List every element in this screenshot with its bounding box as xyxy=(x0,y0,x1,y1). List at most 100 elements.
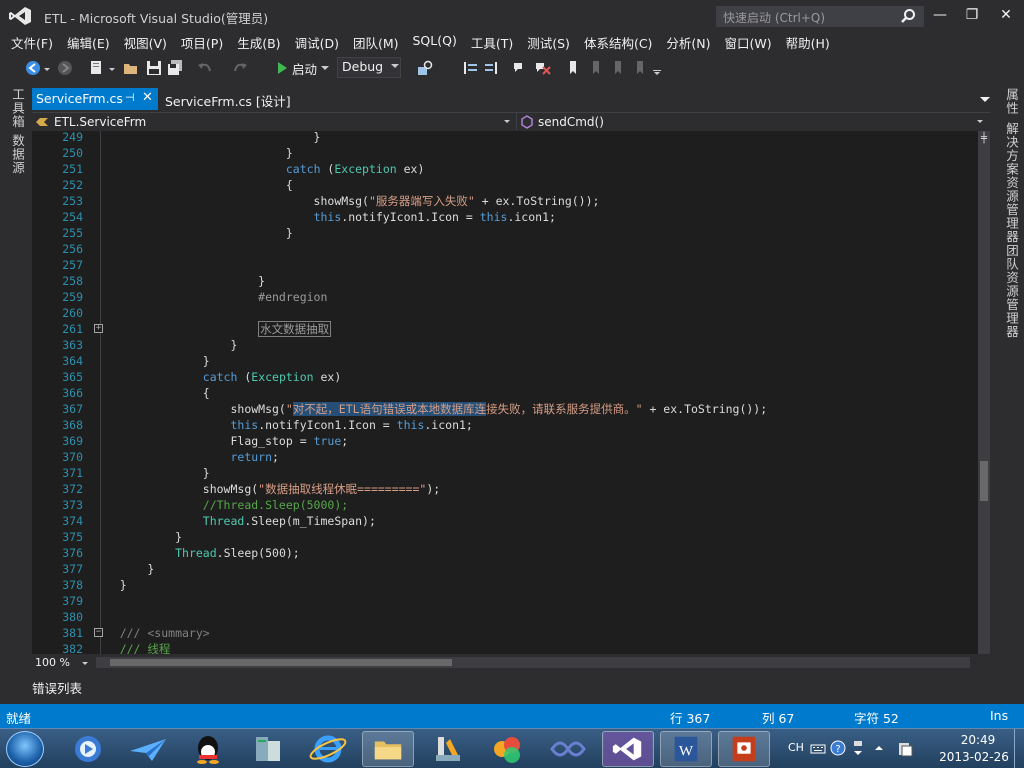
error-list-tab[interactable]: 错误列表 xyxy=(32,678,82,697)
word-icon[interactable]: W xyxy=(660,731,712,767)
code-line: } xyxy=(92,562,155,576)
file-explorer-icon[interactable] xyxy=(362,731,414,767)
redo-icon[interactable] xyxy=(231,59,249,77)
search-icon[interactable] xyxy=(900,8,916,24)
line-number: 256 xyxy=(62,242,83,256)
menu-view[interactable]: 视图(V) xyxy=(117,32,174,52)
line-number: 258 xyxy=(62,274,83,288)
quick-launch-input[interactable]: 快速启动 (Ctrl+Q) xyxy=(716,6,924,27)
split-window-icon[interactable]: ╪ xyxy=(978,133,990,145)
clock-date[interactable]: 2013-02-26 xyxy=(930,750,1018,764)
status-insert-mode: Ins xyxy=(990,708,1009,723)
undo-icon[interactable] xyxy=(196,59,214,77)
code-line: /// 线程 xyxy=(92,642,171,654)
menu-build[interactable]: 生成(B) xyxy=(230,32,287,52)
code-line: showMsg("对不起，ETL语句错误或本地数据库连接失败，请联系服务提供商。… xyxy=(92,402,768,416)
action-center-icon[interactable] xyxy=(896,740,914,758)
line-number: 252 xyxy=(62,178,83,192)
member-dropdown[interactable]: sendCmd() xyxy=(516,113,986,130)
comment-out-icon[interactable] xyxy=(512,59,530,77)
qq-icon[interactable] xyxy=(182,731,234,767)
start-debugging-button[interactable]: 启动 xyxy=(276,58,330,78)
horizontal-scroll-thumb[interactable] xyxy=(110,659,452,666)
save-all-icon[interactable] xyxy=(166,59,184,77)
clock-time[interactable]: 20:49 xyxy=(938,733,1018,747)
sql-management-studio-icon[interactable] xyxy=(542,731,594,767)
menu-help[interactable]: 帮助(H) xyxy=(779,32,837,52)
close-button[interactable]: ✕ xyxy=(992,4,1020,26)
new-project-icon[interactable] xyxy=(88,59,106,77)
minimize-button[interactable]: — xyxy=(926,4,954,26)
menu-analyze[interactable]: 分析(N) xyxy=(659,32,717,52)
menu-sql[interactable]: SQL(Q) xyxy=(406,32,464,52)
outdent-icon[interactable] xyxy=(483,59,501,77)
media-player-icon[interactable] xyxy=(62,731,114,767)
menu-tools[interactable]: 工具(T) xyxy=(464,32,520,52)
input-method-indicator[interactable]: CH xyxy=(788,741,804,754)
menu-edit[interactable]: 编辑(E) xyxy=(60,32,117,52)
navigate-back-icon[interactable] xyxy=(24,59,42,77)
line-number: 372 xyxy=(62,482,83,496)
horizontal-scrollbar[interactable] xyxy=(96,657,970,668)
help-icon[interactable]: ? xyxy=(830,740,846,756)
code-line: //Thread.Sleep(5000); xyxy=(92,498,349,512)
pin-icon[interactable]: ⊣ xyxy=(125,91,135,104)
restore-button[interactable]: ❐ xyxy=(958,4,986,26)
open-file-icon[interactable] xyxy=(122,59,140,77)
next-bookmark-icon[interactable] xyxy=(610,59,626,77)
new-dropdown-icon[interactable] xyxy=(108,59,116,77)
menu-debug[interactable]: 调试(D) xyxy=(288,32,346,52)
configuration-dropdown-icon[interactable] xyxy=(391,64,399,68)
menu-team[interactable]: 团队(M) xyxy=(346,32,406,52)
menu-window[interactable]: 窗口(W) xyxy=(718,32,779,52)
tab-servicefrm-designer[interactable]: ServiceFrm.cs [设计] xyxy=(165,91,291,110)
zoom-dropdown-icon[interactable] xyxy=(82,662,88,665)
clear-bookmarks-icon[interactable] xyxy=(632,59,648,77)
find-in-files-icon[interactable] xyxy=(416,59,434,77)
toolbar-options-icon[interactable] xyxy=(652,59,662,77)
tools-icon[interactable] xyxy=(422,731,474,767)
vertical-scroll-thumb[interactable] xyxy=(980,461,988,501)
save-icon[interactable] xyxy=(145,59,163,77)
start-dropdown-icon xyxy=(321,66,330,70)
start-menu-icon[interactable] xyxy=(6,731,44,767)
internet-explorer-icon[interactable] xyxy=(302,731,354,767)
type-dropdown[interactable]: ETL.ServiceFrm xyxy=(34,113,514,130)
back-dropdown-icon[interactable] xyxy=(43,59,51,77)
visual-studio-taskbar-icon[interactable] xyxy=(602,731,654,767)
data-sources-tab[interactable]: 数据源 xyxy=(8,134,27,175)
standard-toolbar xyxy=(0,56,1024,80)
team-explorer-tab[interactable]: 团队资源管理器 xyxy=(1002,244,1021,339)
keyboard-icon[interactable] xyxy=(810,741,826,757)
close-tab-icon[interactable]: ✕ xyxy=(142,90,153,105)
office-picture-icon[interactable] xyxy=(482,731,534,767)
tabs-dropdown-icon[interactable] xyxy=(980,97,990,102)
show-hidden-icons-icon[interactable] xyxy=(874,743,884,753)
tab-servicefrm-cs[interactable]: ServiceFrm.cs ⊣ ✕ xyxy=(32,88,158,110)
show-desktop-button[interactable] xyxy=(1014,729,1024,768)
navigate-forward-icon[interactable] xyxy=(56,59,74,77)
vertical-scrollbar[interactable] xyxy=(978,131,990,654)
solution-explorer-tab[interactable]: 解决方案资源管理器 xyxy=(1002,122,1021,244)
ime-options-icon[interactable] xyxy=(852,739,864,759)
svg-text:W: W xyxy=(679,744,694,760)
code-line: Thread.Sleep(m_TimeSpan); xyxy=(202,514,376,528)
menu-architecture[interactable]: 体系结构(C) xyxy=(577,32,659,52)
uncomment-icon[interactable] xyxy=(534,59,552,77)
menu-file[interactable]: 文件(F) xyxy=(4,32,60,52)
previous-bookmark-icon[interactable] xyxy=(588,59,604,77)
menu-test[interactable]: 测试(S) xyxy=(520,32,577,52)
powerpoint-icon[interactable] xyxy=(718,731,770,767)
server-manager-icon[interactable] xyxy=(242,731,294,767)
code-line: showMsg("数据抽取线程休眠========="); xyxy=(92,482,441,496)
bookmark-icon[interactable] xyxy=(566,59,580,77)
paper-plane-app-icon[interactable] xyxy=(122,731,174,767)
indent-icon[interactable] xyxy=(461,59,479,77)
zoom-select[interactable]: 100 % xyxy=(32,656,88,671)
collapsed-region[interactable]: 水文数据抽取 xyxy=(258,321,332,337)
code-line: } xyxy=(92,338,238,352)
code-editor[interactable]: 249 } 250 } 251 catch (Exception ex) 252… xyxy=(32,131,978,654)
menu-project[interactable]: 项目(P) xyxy=(174,32,230,52)
properties-tab[interactable]: 属性 xyxy=(1002,88,1021,115)
toolbox-tab[interactable]: 工具箱 xyxy=(8,88,27,129)
